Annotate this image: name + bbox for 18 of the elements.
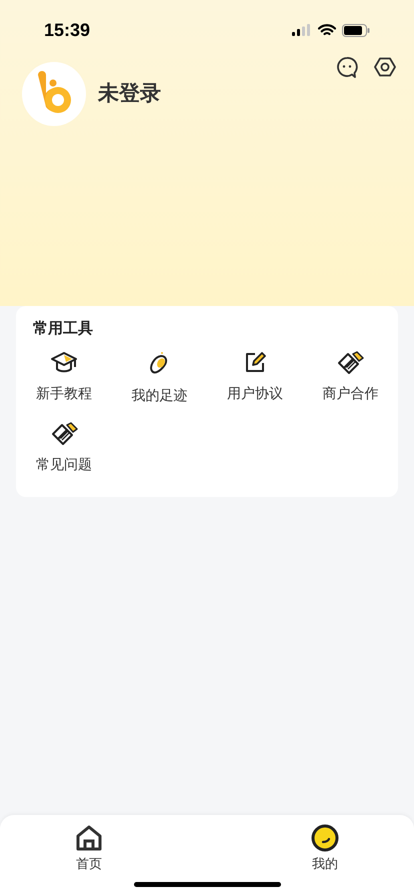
- status-time: 15:39: [44, 18, 90, 42]
- home-icon: [75, 824, 103, 852]
- login-status[interactable]: 未登录: [98, 78, 161, 110]
- tool-item[interactable]: 新手教程: [36, 350, 92, 404]
- signal-icon: [292, 24, 312, 36]
- tool-item[interactable]: 我的足迹: [131, 350, 188, 406]
- graduation-cap-icon: [50, 350, 78, 374]
- settings-icon[interactable]: [374, 56, 396, 78]
- tool-item[interactable]: 商户合作: [322, 350, 378, 404]
- chat-icon[interactable]: [336, 56, 358, 78]
- tab-item[interactable]: 首页: [72, 824, 106, 874]
- smile-icon: [311, 824, 339, 852]
- tool-item[interactable]: 常见问题: [36, 422, 92, 474]
- battery-icon: [342, 24, 370, 36]
- section-title: 常用工具: [32, 319, 94, 339]
- tab-item[interactable]: 我的: [308, 824, 342, 874]
- wifi-icon: [318, 24, 336, 36]
- tool-item[interactable]: 用户协议: [226, 350, 283, 404]
